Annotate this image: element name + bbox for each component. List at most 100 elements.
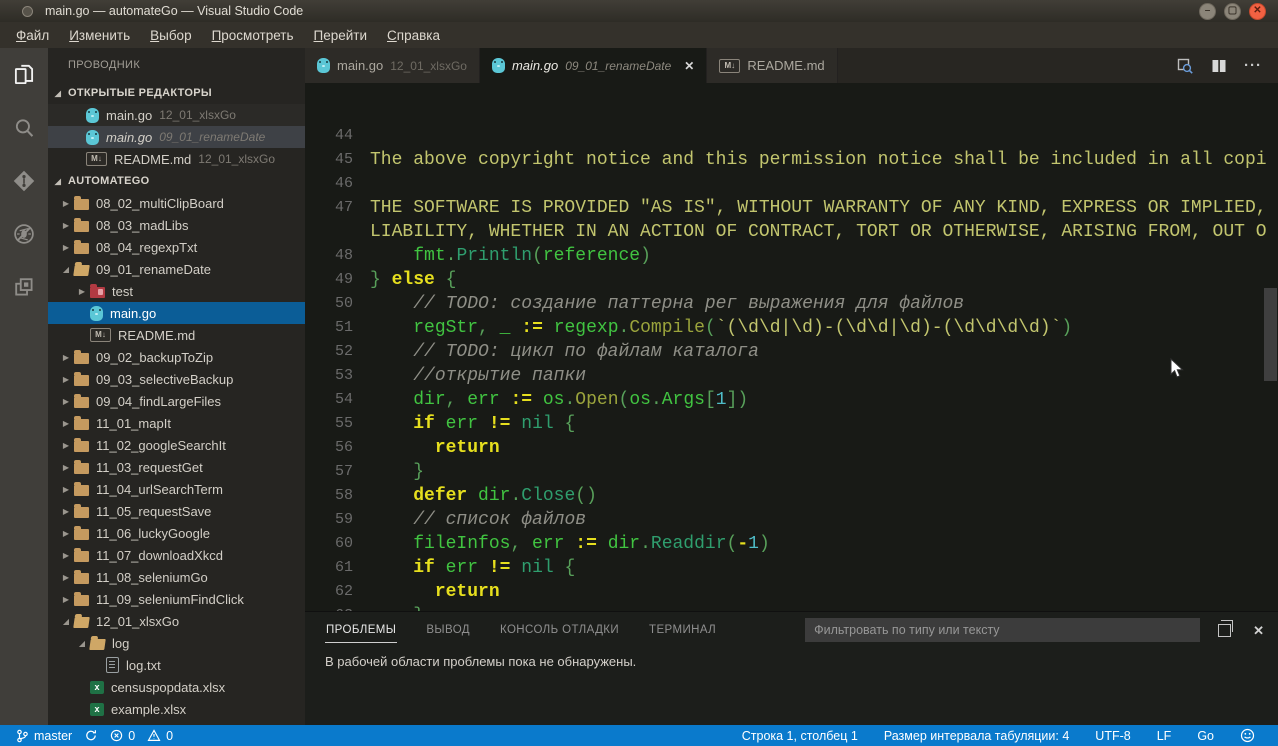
tree-item[interactable]: xexample.xlsx xyxy=(48,698,305,720)
menu-item[interactable]: Файл xyxy=(6,28,59,43)
code-line[interactable]: 55 if err != nil { xyxy=(305,412,1278,436)
workspace-header[interactable]: ◢ AUTOMATEGO xyxy=(48,170,305,192)
panel-tab[interactable]: ВЫВОД xyxy=(425,617,471,643)
language-mode[interactable]: Go xyxy=(1184,729,1227,743)
tree-item-label: 09_04_findLargeFiles xyxy=(96,394,221,409)
code-line[interactable]: 58 defer dir.Close() xyxy=(305,484,1278,508)
menu-item[interactable]: Просмотреть xyxy=(202,28,304,43)
open-preview-icon[interactable] xyxy=(1176,57,1194,75)
code-line[interactable]: 57 } xyxy=(305,460,1278,484)
close-panel-icon[interactable]: ✕ xyxy=(1253,624,1264,637)
tree-item[interactable]: xcensuspopdata.xlsx xyxy=(48,676,305,698)
maximize-panel-icon[interactable] xyxy=(1218,624,1231,637)
menu-item[interactable]: Выбор xyxy=(140,28,201,43)
tree-item[interactable]: ▶09_03_selectiveBackup xyxy=(48,368,305,390)
status-sync[interactable] xyxy=(78,729,104,742)
code-line[interactable]: 61 if err != nil { xyxy=(305,556,1278,580)
cursor-position[interactable]: Строка 1, столбец 1 xyxy=(729,729,871,743)
minimize-button[interactable]: – xyxy=(1199,3,1216,20)
eol[interactable]: LF xyxy=(1144,729,1185,743)
tree-item[interactable]: main.go xyxy=(48,302,305,324)
code-token xyxy=(500,390,511,410)
code-line[interactable]: 51 regStr, _ := regexp.Compile(`(\d\d|\d… xyxy=(305,316,1278,340)
menu-item[interactable]: Перейти xyxy=(304,28,378,43)
code-line[interactable]: 47THE SOFTWARE IS PROVIDED "AS IS", WITH… xyxy=(305,196,1278,220)
status-error[interactable]: 0 xyxy=(104,729,141,743)
editor-tab[interactable]: main.go12_01_xlsxGo xyxy=(305,48,480,83)
code-line[interactable]: 52 // TODO: цикл по файлам каталога xyxy=(305,340,1278,364)
tree-item[interactable]: ▶11_02_googleSearchIt xyxy=(48,434,305,456)
open-editor-item[interactable]: main.go09_01_renameDate xyxy=(48,126,305,148)
more-actions-icon[interactable]: ··· xyxy=(1244,57,1262,75)
status-warning[interactable]: 0 xyxy=(141,729,179,743)
panel-tab[interactable]: ПРОБЛЕМЫ xyxy=(325,617,397,643)
tree-item[interactable]: ▶08_04_regexpTxt xyxy=(48,236,305,258)
explorer-icon[interactable] xyxy=(11,62,37,88)
problems-filter-input[interactable] xyxy=(805,618,1200,642)
folder-open-file-icon xyxy=(73,617,90,628)
open-editor-item[interactable]: main.go12_01_xlsxGo xyxy=(48,104,305,126)
code-line[interactable]: 46 xyxy=(305,172,1278,196)
tree-item[interactable]: ▶09_02_backupToZip xyxy=(48,346,305,368)
code-line[interactable]: 50 // TODO: создание паттерна рег выраже… xyxy=(305,292,1278,316)
code-line[interactable]: 59 // список файлов xyxy=(305,508,1278,532)
tree-item[interactable]: ▶08_02_multiClipBoard xyxy=(48,192,305,214)
code-line[interactable]: 48 fmt.Println(reference) xyxy=(305,244,1278,268)
tree-item[interactable]: ▶08_03_madLibs xyxy=(48,214,305,236)
code-line[interactable]: LIABILITY, WHETHER IN AN ACTION OF CONTR… xyxy=(305,220,1278,244)
code-line[interactable]: 54 dir, err := os.Open(os.Args[1]) xyxy=(305,388,1278,412)
tree-item[interactable]: M↓README.md xyxy=(48,324,305,346)
menu-item[interactable]: Справка xyxy=(377,28,450,43)
line-number: 51 xyxy=(305,316,353,340)
tree-item[interactable]: ◢12_01_xlsxGo xyxy=(48,610,305,632)
close-button[interactable]: ✕ xyxy=(1249,3,1266,20)
panel-tab[interactable]: КОНСОЛЬ ОТЛАДКИ xyxy=(499,617,620,643)
code-line[interactable]: 60 fileInfos, err := dir.Readdir(-1) xyxy=(305,532,1278,556)
status-git-branch[interactable]: master xyxy=(10,729,78,743)
tree-item[interactable]: ▶11_01_mapIt xyxy=(48,412,305,434)
menu-item[interactable]: Изменить xyxy=(59,28,140,43)
tree-item[interactable]: ▶11_09_seleniumFindClick xyxy=(48,588,305,610)
split-editor-icon[interactable] xyxy=(1210,57,1228,75)
tree-item[interactable]: ▶11_05_requestSave xyxy=(48,500,305,522)
tree-item-label: main.go xyxy=(110,306,156,321)
encoding[interactable]: UTF-8 xyxy=(1082,729,1143,743)
tree-item[interactable]: ▶11_08_seleniumGo xyxy=(48,566,305,588)
tab-size[interactable]: Размер интервала табуляции: 4 xyxy=(871,729,1082,743)
panel-tab[interactable]: ТЕРМИНАЛ xyxy=(648,617,717,643)
maximize-button[interactable]: ▢ xyxy=(1224,3,1241,20)
code-line[interactable]: 63 } xyxy=(305,604,1278,611)
search-icon[interactable] xyxy=(11,115,37,141)
code-token: Open xyxy=(575,390,618,410)
source-control-icon[interactable] xyxy=(11,168,37,194)
tree-item[interactable]: ▶11_07_downloadXkcd xyxy=(48,544,305,566)
code-line[interactable]: 45The above copyright notice and this pe… xyxy=(305,148,1278,172)
tree-item[interactable]: ◢log xyxy=(48,632,305,654)
open-editor-item[interactable]: M↓README.md12_01_xlsxGo xyxy=(48,148,305,170)
code-line[interactable]: 62 return xyxy=(305,580,1278,604)
tree-item[interactable]: log.txt xyxy=(48,654,305,676)
tree-item[interactable]: ▶11_03_requestGet xyxy=(48,456,305,478)
code-token: _ xyxy=(500,318,511,338)
debug-icon[interactable] xyxy=(11,221,37,247)
chevron-right-icon: ▶ xyxy=(58,419,74,428)
tree-item[interactable]: ▶09_04_findLargeFiles xyxy=(48,390,305,412)
tree-item[interactable]: ▶11_06_luckyGoogle xyxy=(48,522,305,544)
code-editor[interactable]: 4445The above copyright notice and this … xyxy=(305,83,1278,611)
panel-tabs: ПРОБЛЕМЫ ВЫВОД КОНСОЛЬ ОТЛАДКИ ТЕРМИНАЛ xyxy=(325,617,717,643)
tree-item[interactable]: ▶11_04_urlSearchTerm xyxy=(48,478,305,500)
tree-item[interactable]: ▶test xyxy=(48,280,305,302)
editor-tab[interactable]: M↓README.md xyxy=(707,48,837,83)
code-line[interactable]: 44 xyxy=(305,124,1278,148)
status-bar: master 00 Строка 1, столбец 1Размер интер… xyxy=(0,725,1278,746)
tab-close-icon[interactable]: ✕ xyxy=(684,59,694,73)
extensions-icon[interactable] xyxy=(11,274,37,300)
editor-scrollbar[interactable] xyxy=(1264,288,1277,381)
code-line[interactable]: 56 return xyxy=(305,436,1278,460)
tree-item[interactable]: ◢09_01_renameDate xyxy=(48,258,305,280)
code-line[interactable]: 53 //открытие папки xyxy=(305,364,1278,388)
open-editors-header[interactable]: ◢ ОТКРЫТЫЕ РЕДАКТОРЫ xyxy=(48,82,305,104)
code-line[interactable]: 49} else { xyxy=(305,268,1278,292)
editor-tab[interactable]: main.go09_01_renameDate✕ xyxy=(480,48,707,83)
feedback-smiley[interactable] xyxy=(1227,728,1268,743)
